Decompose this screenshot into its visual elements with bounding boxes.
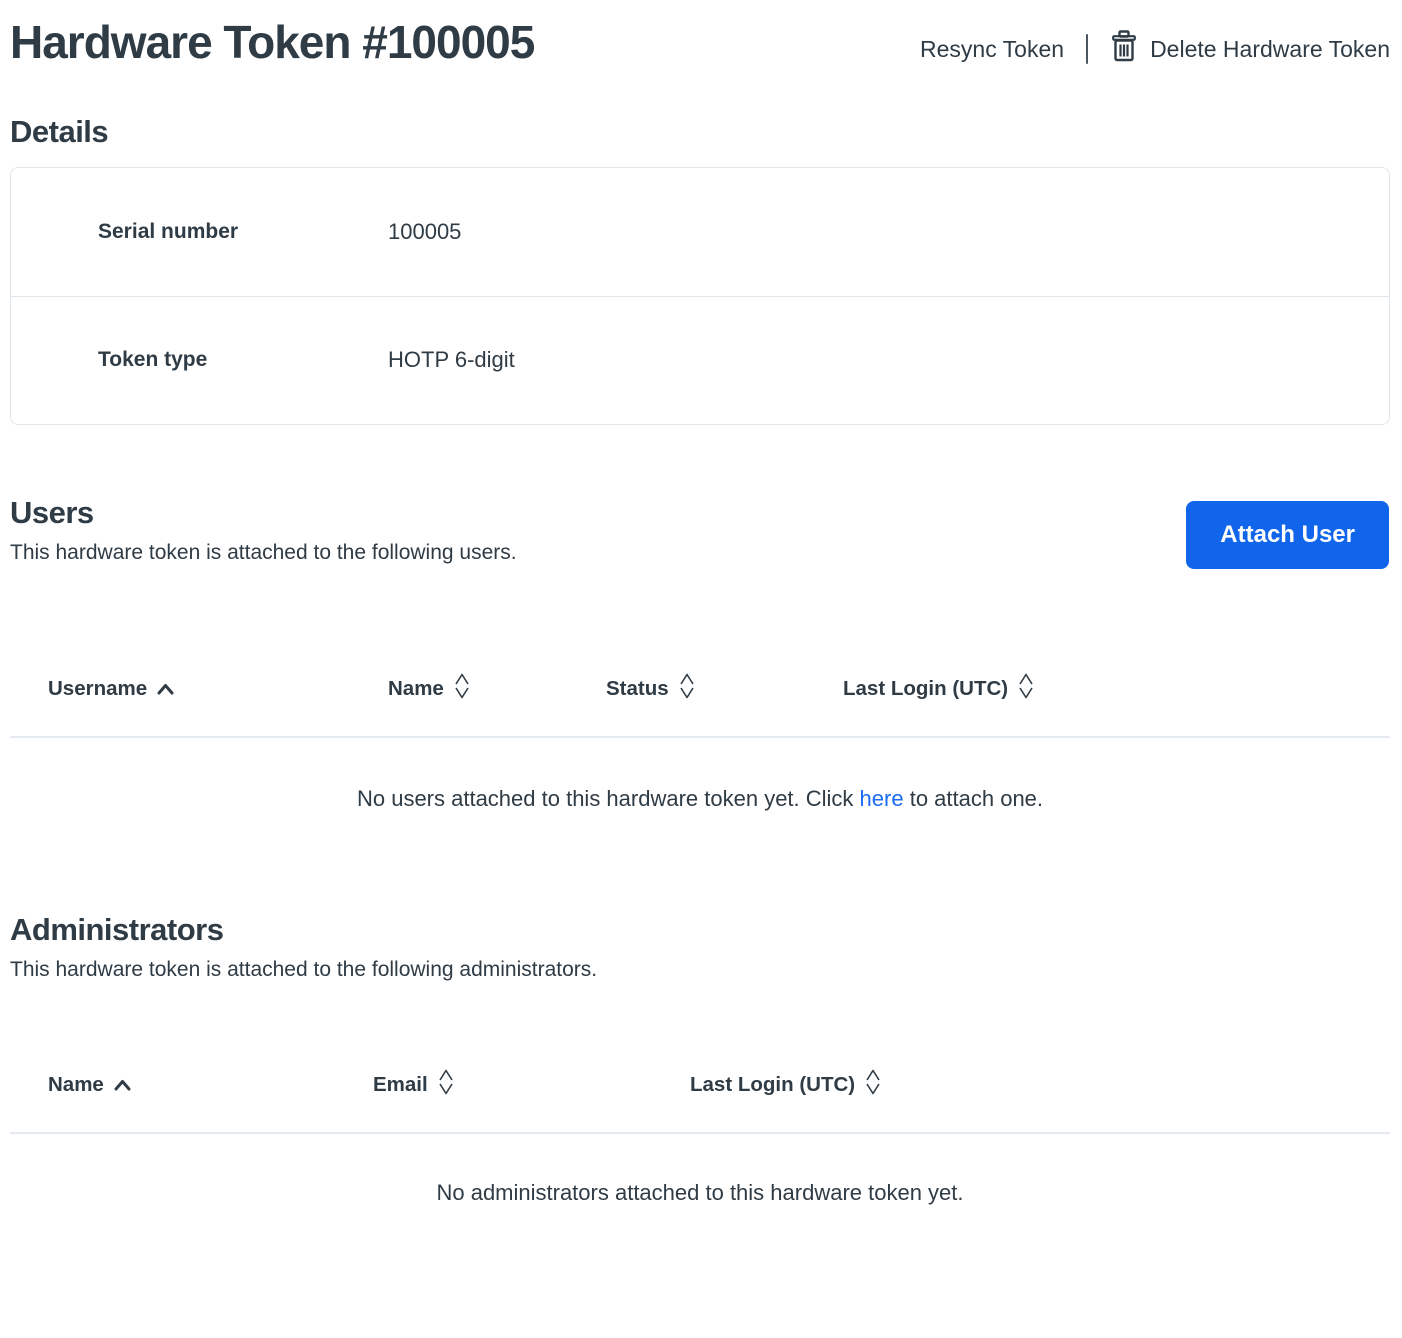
trash-icon (1110, 30, 1138, 68)
details-heading: Details (10, 114, 1390, 150)
admins-column-name[interactable]: Name (48, 1068, 373, 1102)
token-type-label: Token type (98, 348, 388, 372)
header-actions-divider (1086, 34, 1088, 64)
admins-column-email[interactable]: Email (373, 1068, 690, 1102)
sort-both-icon (454, 672, 470, 706)
users-column-last-login[interactable]: Last Login (UTC) (843, 672, 1390, 706)
hardware-token-detail-page: Hardware Token #100005 Resync Token Dele… (0, 0, 1402, 1206)
page-title: Hardware Token #100005 (10, 14, 534, 72)
delete-hardware-token-label: Delete Hardware Token (1150, 36, 1390, 63)
users-column-username[interactable]: Username (48, 672, 388, 706)
token-type-value: HOTP 6-digit (388, 347, 515, 373)
sort-both-icon (679, 672, 695, 706)
administrators-empty-state: No administrators attached to this hardw… (10, 1180, 1390, 1206)
administrators-table-divider (10, 1132, 1390, 1134)
header-actions: Resync Token Delete Hardware Token (920, 30, 1390, 68)
details-row-token-type: Token type HOTP 6-digit (11, 296, 1389, 424)
details-panel: Serial number 100005 Token type HOTP 6-d… (10, 167, 1390, 425)
page-header: Hardware Token #100005 Resync Token Dele… (10, 14, 1390, 72)
sort-both-icon (865, 1068, 881, 1102)
users-heading: Users (10, 495, 517, 531)
sort-ascending-icon (114, 1073, 131, 1097)
serial-number-label: Serial number (98, 220, 388, 244)
users-empty-state: No users attached to this hardware token… (10, 786, 1390, 812)
sort-ascending-icon (157, 677, 174, 701)
users-empty-text-before: No users attached to this hardware token… (357, 786, 860, 811)
users-table-header: Username Name Status (10, 672, 1390, 706)
admins-column-last-login[interactable]: Last Login (UTC) (690, 1068, 1390, 1102)
users-section-header: Users This hardware token is attached to… (10, 495, 1390, 569)
sort-both-icon (438, 1068, 454, 1102)
attach-here-link[interactable]: here (860, 786, 904, 811)
administrators-subtitle: This hardware token is attached to the f… (10, 958, 1390, 982)
sort-both-icon (1018, 672, 1034, 706)
administrators-heading: Administrators (10, 912, 1390, 948)
attach-user-button[interactable]: Attach User (1186, 501, 1389, 569)
serial-number-value: 100005 (388, 219, 461, 245)
users-subtitle: This hardware token is attached to the f… (10, 541, 517, 565)
administrators-table-header: Name Email Last Login (UTC) (10, 1068, 1390, 1102)
delete-hardware-token-button[interactable]: Delete Hardware Token (1110, 30, 1390, 68)
details-row-serial-number: Serial number 100005 (11, 168, 1389, 296)
users-column-name[interactable]: Name (388, 672, 606, 706)
users-column-status[interactable]: Status (606, 672, 843, 706)
resync-token-link[interactable]: Resync Token (920, 36, 1064, 63)
users-empty-text-after: to attach one. (904, 786, 1043, 811)
users-heading-group: Users This hardware token is attached to… (10, 495, 517, 565)
users-table-divider (10, 736, 1390, 738)
